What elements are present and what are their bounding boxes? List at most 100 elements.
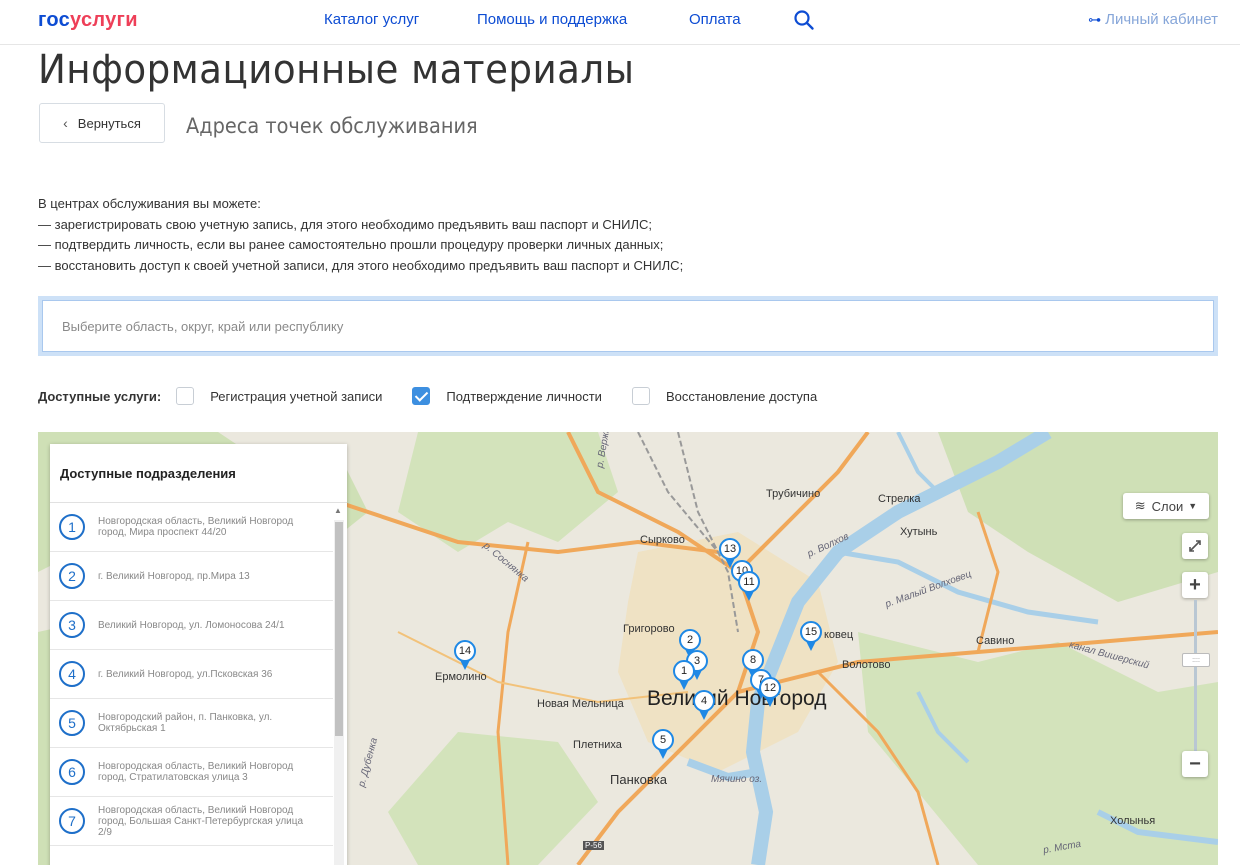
filter-label: Восстановление доступа (665, 388, 818, 404)
search-icon[interactable] (793, 9, 815, 31)
zoom-slider-track[interactable] (1194, 600, 1197, 758)
map-label-ermolino: Ермолино (435, 671, 487, 683)
list-item[interactable]: 2 г. Великий Новгород, пр.Мира 13 (50, 552, 333, 601)
layers-icon: ≋ (1134, 498, 1146, 513)
departments-panel: Доступные подразделения 1 Новгородская об… (50, 444, 347, 865)
scroll-up-icon[interactable]: ▲ (334, 506, 342, 515)
back-label: Вернуться (77, 115, 141, 131)
zoom-slider-handle[interactable]: :::: (1182, 653, 1210, 667)
map-pin[interactable]: 4 (693, 690, 715, 720)
map-label-pletnikha: Плетниха (573, 739, 622, 751)
intro-line: В центрах обслуживания вы можете: (38, 196, 261, 211)
intro-line: — зарегистрировать свою учетную запись, … (38, 216, 652, 232)
pin-number: 13 (719, 538, 741, 560)
top-bar: госуслуги Каталог услуг Помощь и поддерж… (0, 0, 1240, 45)
item-number: 6 (59, 759, 85, 785)
map-pin[interactable]: 1 (673, 660, 695, 690)
fullscreen-icon (1189, 540, 1201, 552)
logo-part-uslugi: услуги (70, 9, 138, 31)
pin-number: 1 (673, 660, 695, 682)
pin-number: 14 (454, 640, 476, 662)
intro-line: — восстановить доступ к своей учетной за… (38, 257, 684, 273)
list-item[interactable]: 4 г. Великий Новгород, ул.Псковская 36 (50, 650, 333, 699)
map-pin[interactable]: 11 (738, 571, 760, 601)
region-select-input[interactable] (42, 300, 1214, 352)
nav-catalog[interactable]: Каталог услуг (324, 11, 419, 28)
checkbox-identity[interactable] (412, 387, 431, 405)
cabinet-label: Личный кабинет (1105, 11, 1218, 28)
chevron-down-icon: ▼ (1188, 501, 1198, 511)
services-filter: Доступные услуги: Регистрация учетной за… (38, 386, 847, 406)
pin-number: 2 (679, 629, 701, 651)
nav-payment[interactable]: Оплата (689, 11, 741, 28)
list-item[interactable]: 3 Великий Новгород, ул. Ломоносова 24/1 (50, 601, 333, 650)
pin-number: 4 (693, 690, 715, 712)
map-label-volotovo: Волотово (842, 659, 891, 671)
layers-button[interactable]: ≋ Слои ▼ (1123, 493, 1209, 519)
item-number: 7 (59, 808, 85, 834)
item-address: Новгородская область, Великий Новгород г… (98, 516, 294, 538)
key-icon: ⊶ (1088, 12, 1102, 27)
map-label-syrkovo: Сырково (640, 534, 685, 546)
scroll-thumb[interactable] (335, 522, 343, 736)
map-label-grigorovo: Григорово (623, 623, 675, 635)
map-label-khutyn: Хутынь (900, 526, 938, 538)
section-subtitle: Адреса точек обслуживания (186, 114, 478, 138)
list-item[interactable]: 6 Новгородская область, Великий Новгород … (50, 748, 333, 797)
item-address: г. Великий Новгород, ул.Псковская 36 (98, 668, 273, 680)
pin-number: 5 (652, 729, 674, 751)
item-number: 4 (59, 661, 85, 687)
map-pin[interactable]: 14 (454, 640, 476, 670)
map-label-city: Великий Новгород (647, 687, 827, 710)
panel-scrollbar[interactable]: ▲ (333, 506, 345, 865)
checkbox-restore[interactable] (631, 387, 650, 405)
pin-number: 8 (742, 649, 764, 671)
map-label-savino: Савино (976, 635, 1015, 647)
map-label-r56: Р-56 (583, 841, 604, 850)
item-number: 3 (59, 612, 85, 638)
filter-restore[interactable]: Восстановление доступа (631, 387, 818, 405)
list-item[interactable]: 5 Новгородский район, п. Панковка, ул. Ок… (50, 699, 333, 748)
map-label-trubichino: Трубичино (766, 488, 821, 500)
filter-label: Регистрация учетной записи (210, 388, 383, 404)
item-address: Новгородская область, Великий Новгород г… (98, 761, 294, 783)
filters-label: Доступные услуги: (38, 388, 162, 404)
item-number: 5 (59, 710, 85, 736)
list-item[interactable]: 7 Новгородская область, Великий Новгород … (50, 797, 333, 846)
nav-help[interactable]: Помощь и поддержка (477, 11, 627, 28)
layers-label: Слои (1151, 498, 1184, 514)
map-label-kholynya: Холынья (1110, 815, 1156, 827)
zoom-out-button[interactable]: − (1182, 751, 1208, 777)
logo-part-gos: гос (38, 9, 71, 31)
zoom-in-button[interactable]: + (1182, 572, 1208, 598)
fullscreen-button[interactable] (1182, 533, 1208, 559)
personal-cabinet-link[interactable]: ⊶ Личный кабинет (1088, 11, 1218, 28)
map-pin[interactable]: 15 (800, 621, 822, 651)
list-item[interactable]: 1 Новгородская область, Великий Новгород … (50, 503, 333, 552)
intro-text: В центрах обслуживания вы можете: — заре… (38, 194, 683, 276)
pin-number: 12 (759, 677, 781, 699)
map-pin[interactable]: 12 (759, 677, 781, 707)
filter-registration[interactable]: Регистрация учетной записи (176, 387, 382, 405)
service-points-map[interactable]: р. Вержа Трубичино Стрелка Хутынь Сырков… (38, 432, 1218, 865)
page-title: Информационные материалы (38, 47, 635, 93)
checkbox-registration[interactable] (176, 387, 195, 405)
map-label-pankovka: Панковка (610, 772, 667, 787)
map-pin[interactable]: 5 (652, 729, 674, 759)
item-number: 2 (59, 563, 85, 589)
back-button[interactable]: ‹ Вернуться (39, 103, 165, 143)
panel-title: Доступные подразделения (50, 444, 347, 503)
item-address: Новгородская область, Великий Новгород г… (98, 804, 304, 838)
region-select-wrapper (38, 296, 1218, 356)
gosuslugi-logo[interactable]: госуслуги (38, 9, 138, 32)
map-label-myachino: Мячино оз. (711, 774, 763, 785)
map-label-kovets: ковец (824, 629, 854, 641)
filter-label: Подтверждение личности (446, 388, 602, 404)
map-label-novaya-melnitsa: Новая Мельница (537, 698, 624, 710)
item-address: Новгородский район, п. Панковка, ул. Окт… (98, 712, 273, 734)
departments-list: 1 Новгородская область, Великий Новгород … (50, 503, 333, 846)
chevron-left-icon: ‹ (63, 115, 68, 131)
pin-number: 15 (800, 621, 822, 643)
map-label-strelka: Стрелка (878, 493, 921, 505)
filter-identity[interactable]: Подтверждение личности (412, 387, 602, 405)
